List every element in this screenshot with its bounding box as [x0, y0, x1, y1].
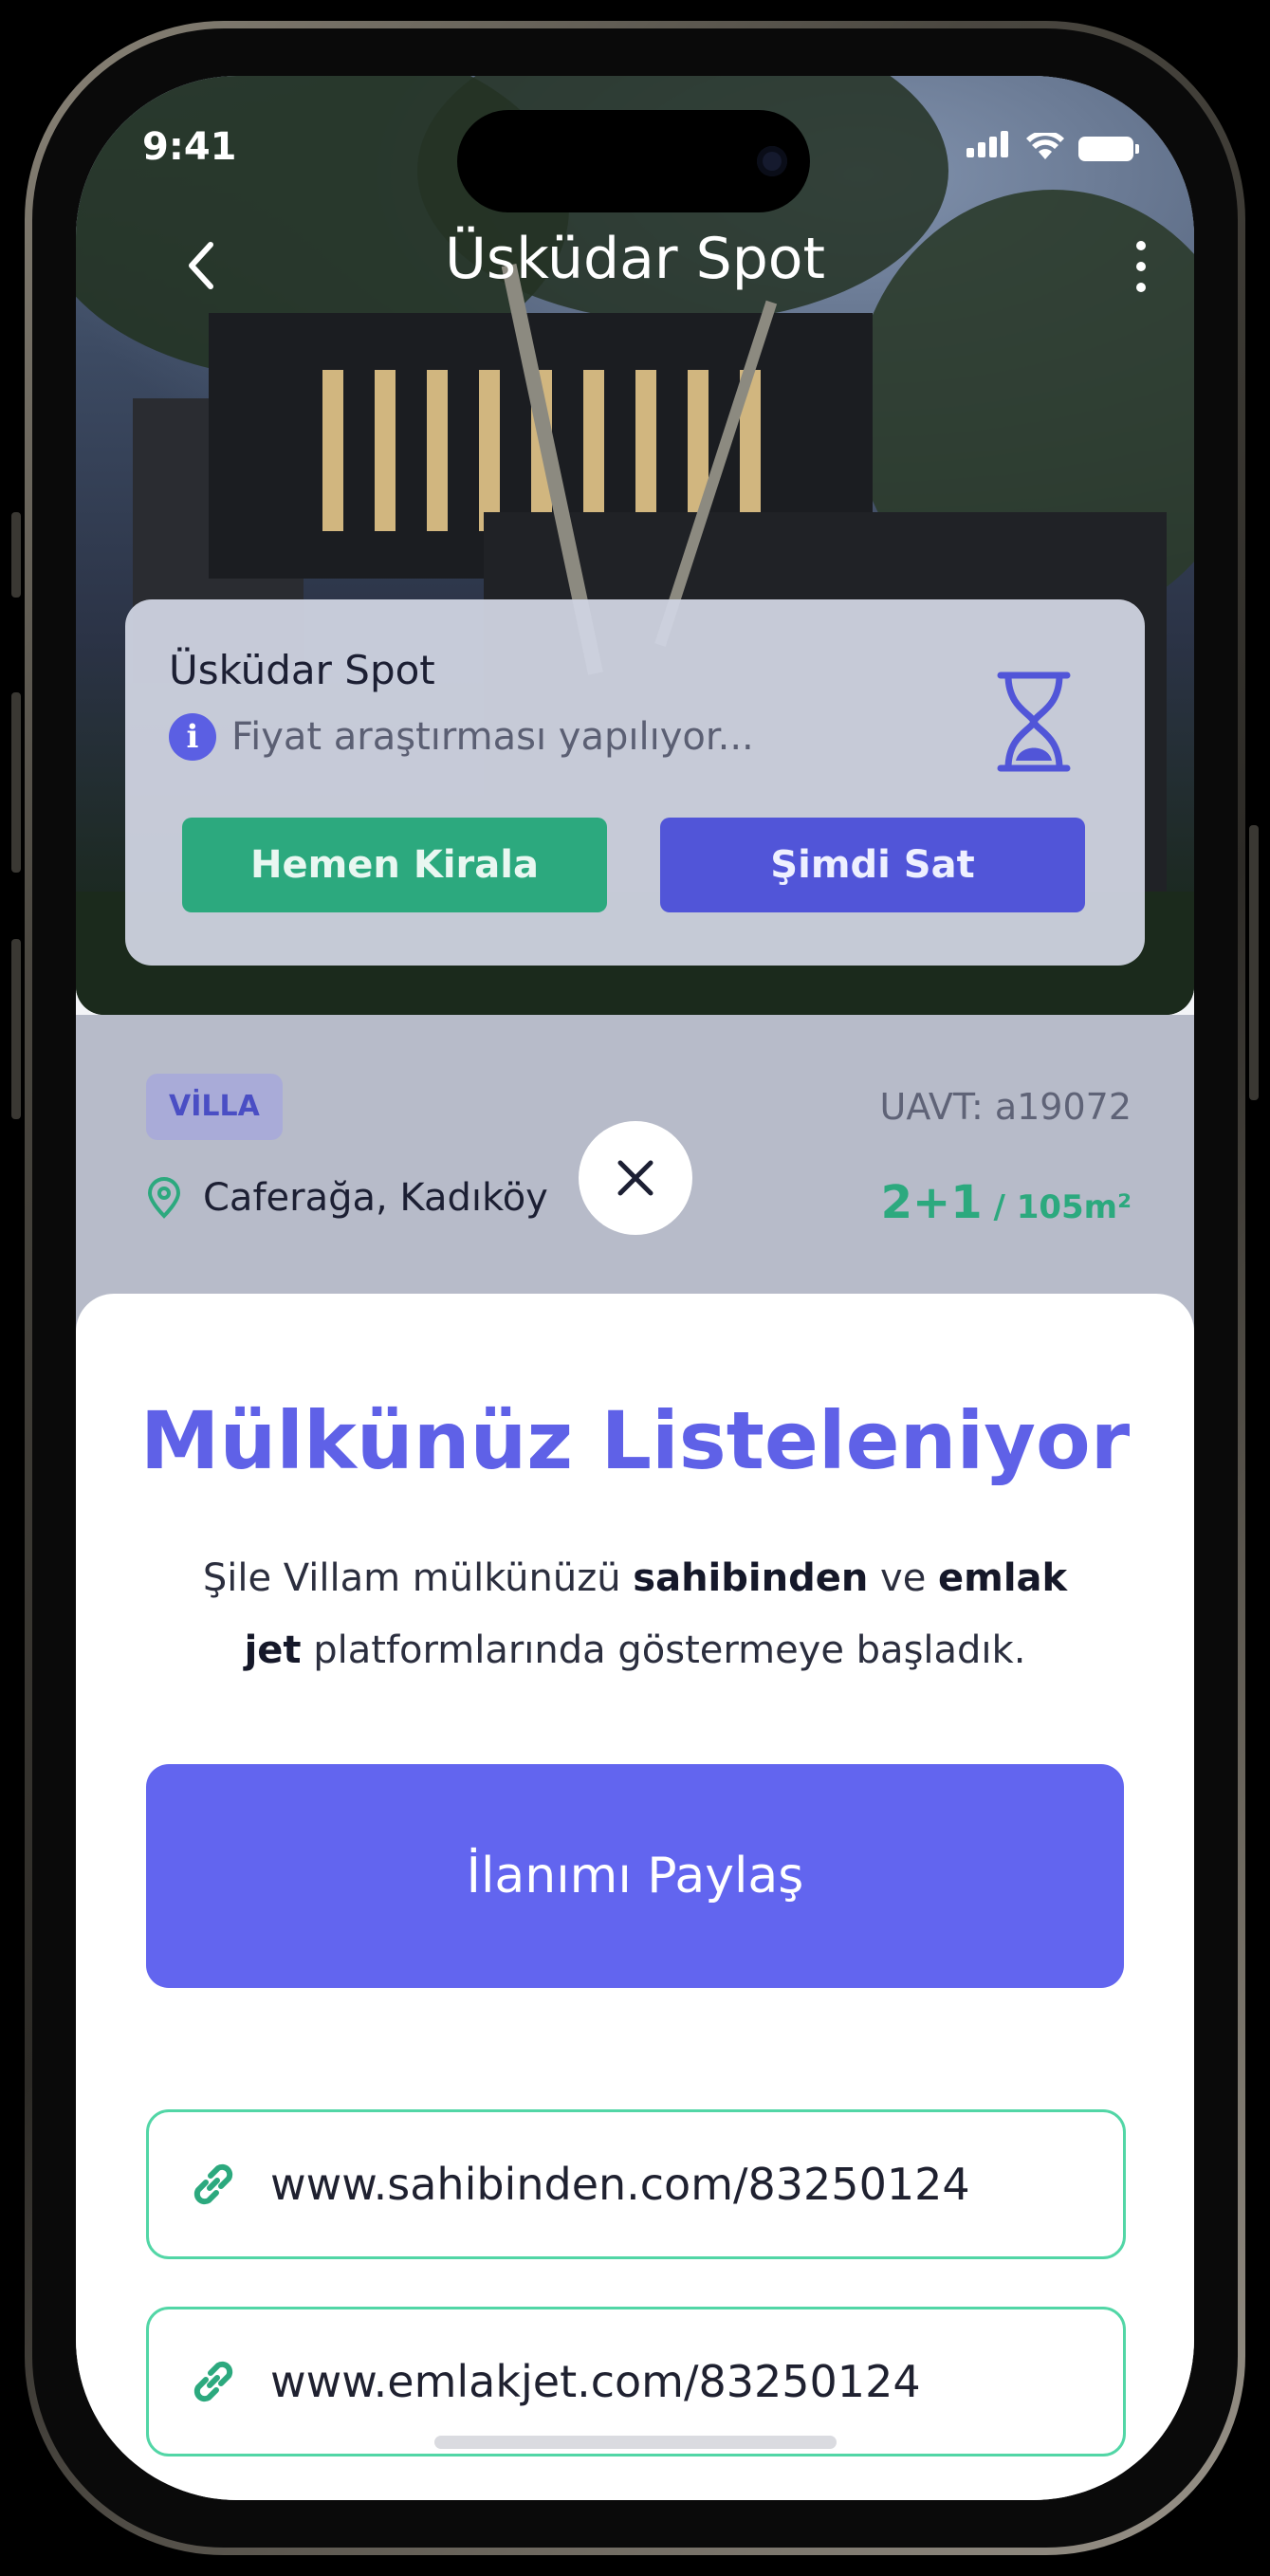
listing-link-sahibinden[interactable]: www.sahibinden.com/83250124 [146, 2109, 1126, 2259]
link-icon [193, 2361, 233, 2402]
share-listing-button[interactable]: İlanımı Paylaş [146, 1764, 1124, 1988]
listing-bottom-sheet: Mülkünüz Listeleniyor Şile Villam mülkün… [76, 1294, 1194, 2500]
status-icons [966, 131, 1139, 161]
dynamic-island [457, 110, 810, 212]
area-text: / 105m² [982, 1188, 1132, 1226]
location-pin-icon [147, 1177, 181, 1219]
platform-sahibinden: sahibinden [633, 1556, 869, 1600]
price-status-text: Fiyat araştırması yapılıyor... [231, 715, 754, 759]
hourglass-icon [997, 672, 1071, 772]
price-status: i Fiyat araştırması yapılıyor... [169, 713, 754, 761]
signal-icon [966, 131, 1012, 161]
property-location: Caferağa, Kadıköy [146, 1176, 548, 1220]
rent-now-button[interactable]: Hemen Kirala [182, 818, 607, 912]
link-url: www.sahibinden.com/83250124 [270, 2159, 970, 2210]
info-icon: i [169, 713, 216, 761]
more-vertical-icon[interactable] [1132, 235, 1150, 304]
volume-up-button [11, 692, 21, 873]
location-text: Caferağa, Kadıköy [203, 1176, 548, 1220]
app-screen: 9:41 Üsküdar Spot Üsküdar Spot i Fiyat a… [76, 76, 1194, 2500]
listing-link-emlakjet[interactable]: www.emlakjet.com/83250124 [146, 2307, 1126, 2456]
sheet-title: Mülkünüz Listeleniyor [139, 1394, 1131, 1487]
card-title: Üsküdar Spot [169, 647, 435, 693]
sell-now-button[interactable]: Şimdi Sat [660, 818, 1085, 912]
front-camera [757, 146, 787, 176]
property-info-card: Üsküdar Spot i Fiyat araştırması yapılıy… [125, 599, 1145, 966]
volume-down-button [11, 939, 21, 1119]
link-url: www.emlakjet.com/83250124 [270, 2356, 921, 2407]
link-icon [193, 2163, 233, 2205]
status-time: 9:41 [142, 125, 237, 169]
power-button [1249, 825, 1259, 1100]
page-title: Üsküdar Spot [444, 226, 826, 292]
room-count: 2+1 [880, 1176, 983, 1229]
home-indicator[interactable] [434, 2436, 837, 2449]
property-type-badge: VİLLA [146, 1074, 283, 1140]
sheet-description: Şile Villam mülkünüzü sahibinden ve emla… [202, 1556, 1068, 1672]
uavt-code: UAVT: a19072 [879, 1086, 1132, 1128]
close-icon[interactable] [579, 1121, 692, 1235]
wifi-icon [1026, 133, 1064, 159]
property-size: 2+1 / 105m² [881, 1176, 1132, 1229]
action-button [11, 512, 21, 598]
battery-icon [1078, 137, 1139, 161]
